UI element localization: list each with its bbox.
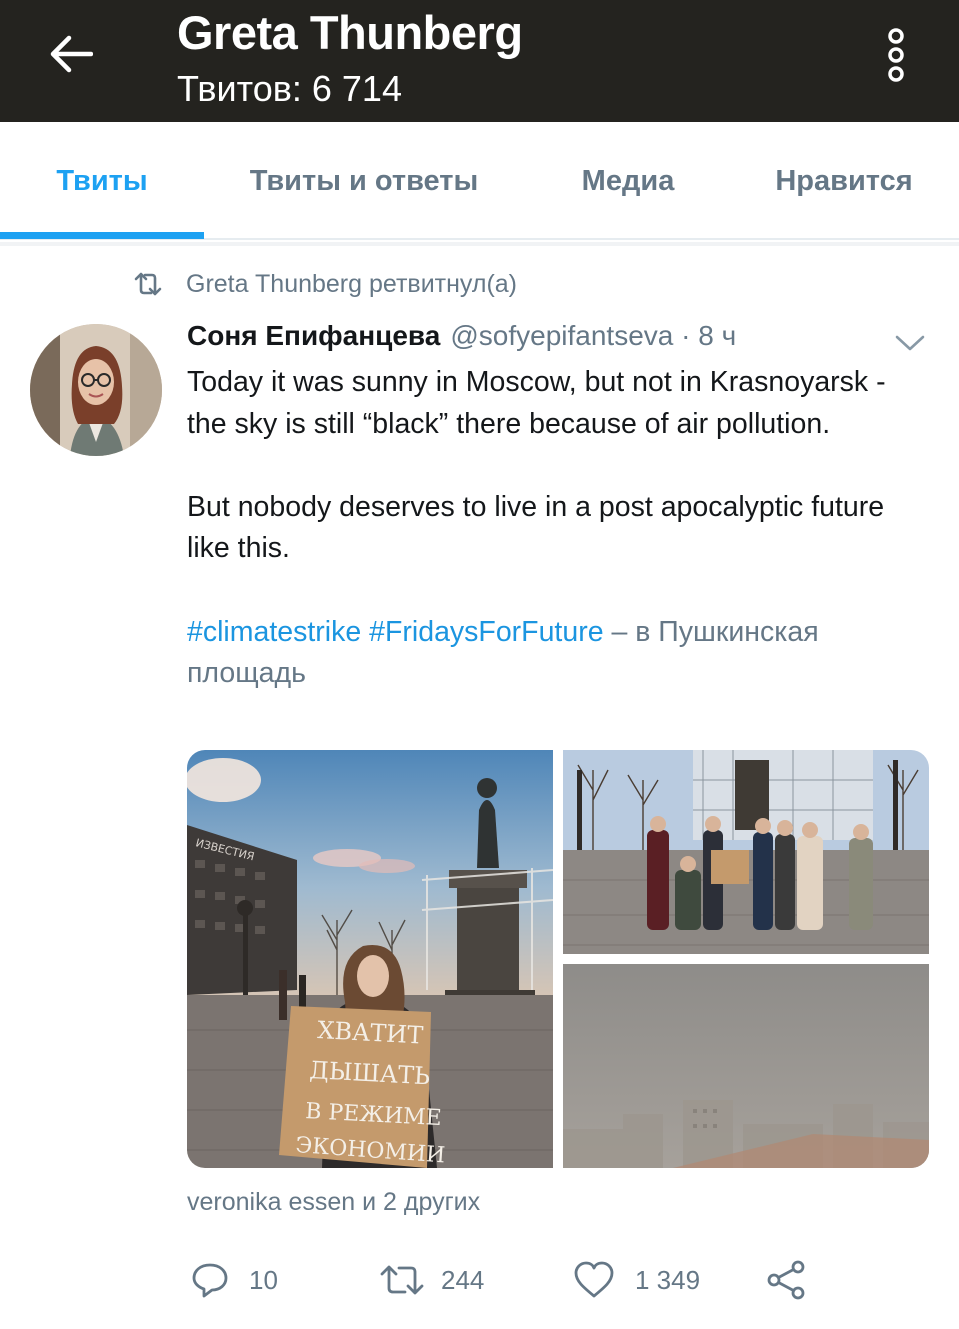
- retweet-context[interactable]: Greta Thunberg ретвитнул(а): [132, 266, 517, 302]
- tweet-tags-line: #climatestrike #FridaysForFuture – в Пуш…: [187, 612, 927, 695]
- hashtag-climatestrike[interactable]: #climatestrike: [187, 616, 361, 648]
- author-name[interactable]: Соня Епифанцева: [187, 320, 440, 352]
- retweet-label: Greta Thunberg ретвитнул(а): [186, 269, 518, 298]
- tweet-actions: 10 244 1 349: [187, 1252, 927, 1308]
- tweet-text: Today it was sunny in Moscow, but not in…: [187, 362, 927, 695]
- retweet-count: 244: [441, 1264, 485, 1295]
- tweet-media-grid: ИЗВЕСТИЯ ХВАТИТ ДЫШАТЬ В РЕЖИМЕ ЭКОНОМИИ: [187, 750, 929, 1168]
- retweet-icon: [380, 1265, 424, 1295]
- tabs-divider: [0, 242, 959, 246]
- more-vertical-icon: [888, 28, 904, 82]
- author-avatar[interactable]: [30, 324, 162, 456]
- reply-count: 10: [249, 1264, 278, 1295]
- media-photo-protest-sign[interactable]: ИЗВЕСТИЯ ХВАТИТ ДЫШАТЬ В РЕЖИМЕ ЭКОНОМИИ: [187, 750, 553, 1168]
- profile-header: Greta Thunberg Твитов: 6 714: [0, 0, 959, 122]
- avatar-photo: [30, 324, 162, 456]
- tab-tweets[interactable]: Твиты: [0, 122, 204, 240]
- more-options-button[interactable]: [872, 24, 920, 86]
- retweet-button[interactable]: 244: [379, 1252, 484, 1308]
- share-icon: [767, 1260, 805, 1300]
- media-photo-group[interactable]: [563, 750, 929, 954]
- tab-likes[interactable]: Нравится: [760, 122, 928, 240]
- tab-media[interactable]: Медиа: [560, 122, 696, 240]
- arrow-left-icon: [50, 35, 93, 73]
- author-handle[interactable]: @sofyepifantseva · 8 ч: [450, 320, 736, 352]
- profile-tabs: Твиты Твиты и ответы Медиа Нравится: [0, 122, 959, 240]
- tweet-header: Соня Епифанцева @sofyepifantseva · 8 ч: [187, 320, 736, 360]
- media-photo-smog-city[interactable]: [563, 964, 929, 1168]
- like-button[interactable]: 1 349: [573, 1252, 700, 1308]
- chevron-down-icon: [895, 335, 925, 351]
- sign-line-1: ХВАТИТ: [317, 1016, 424, 1050]
- liked-by-text[interactable]: veronika essen и 2 других: [187, 1188, 480, 1217]
- retweet-icon: [134, 272, 162, 296]
- like-count: 1 349: [635, 1264, 701, 1295]
- tab-tweets-and-replies[interactable]: Твиты и ответы: [222, 122, 506, 240]
- profile-name: Greta Thunberg: [177, 6, 523, 59]
- heart-icon: [574, 1261, 614, 1298]
- tweet-paragraph-2: But nobody deserves to live in a post ap…: [187, 490, 885, 565]
- active-tab-indicator: [0, 232, 204, 239]
- tweet-menu-button[interactable]: [888, 326, 932, 360]
- share-button[interactable]: [765, 1252, 807, 1308]
- back-button[interactable]: [40, 28, 100, 80]
- tweet-count: Твитов: 6 714: [177, 68, 402, 109]
- hashtag-fridaysforfuture[interactable]: #FridaysForFuture: [369, 616, 603, 648]
- reply-button[interactable]: 10: [191, 1252, 278, 1308]
- tweet-paragraph-1: Today it was sunny in Moscow, but not in…: [187, 366, 886, 440]
- reply-icon: [192, 1263, 228, 1298]
